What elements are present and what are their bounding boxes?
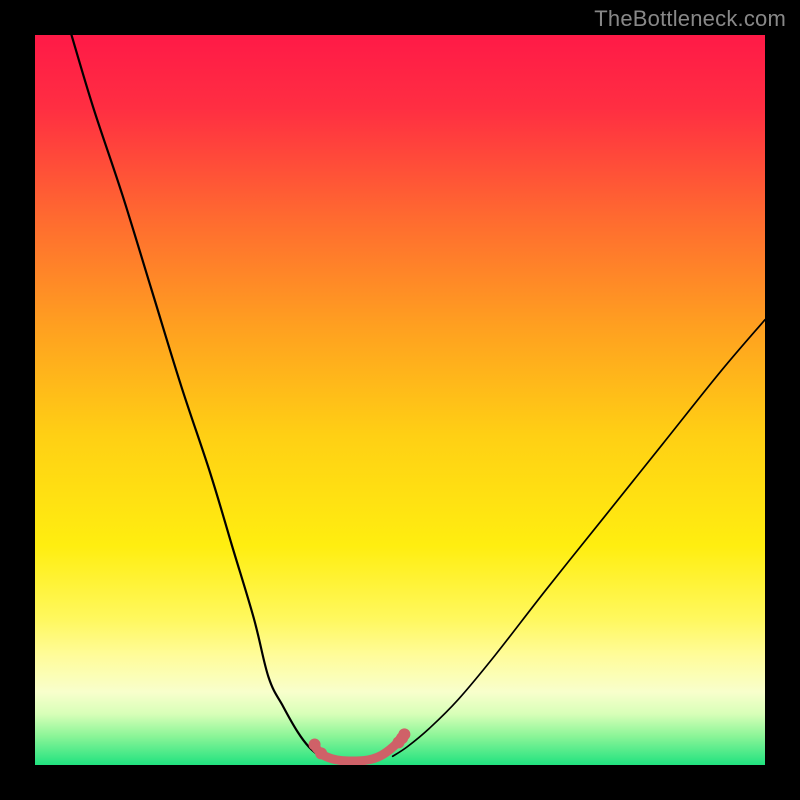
chart-frame: TheBottleneck.com (0, 0, 800, 800)
watermark-label: TheBottleneck.com (594, 6, 786, 32)
bottleneck-curve-chart (35, 35, 765, 765)
marker-dot (398, 728, 410, 740)
plot-area (35, 35, 765, 765)
gradient-background (35, 35, 765, 765)
marker-dot (315, 747, 327, 759)
